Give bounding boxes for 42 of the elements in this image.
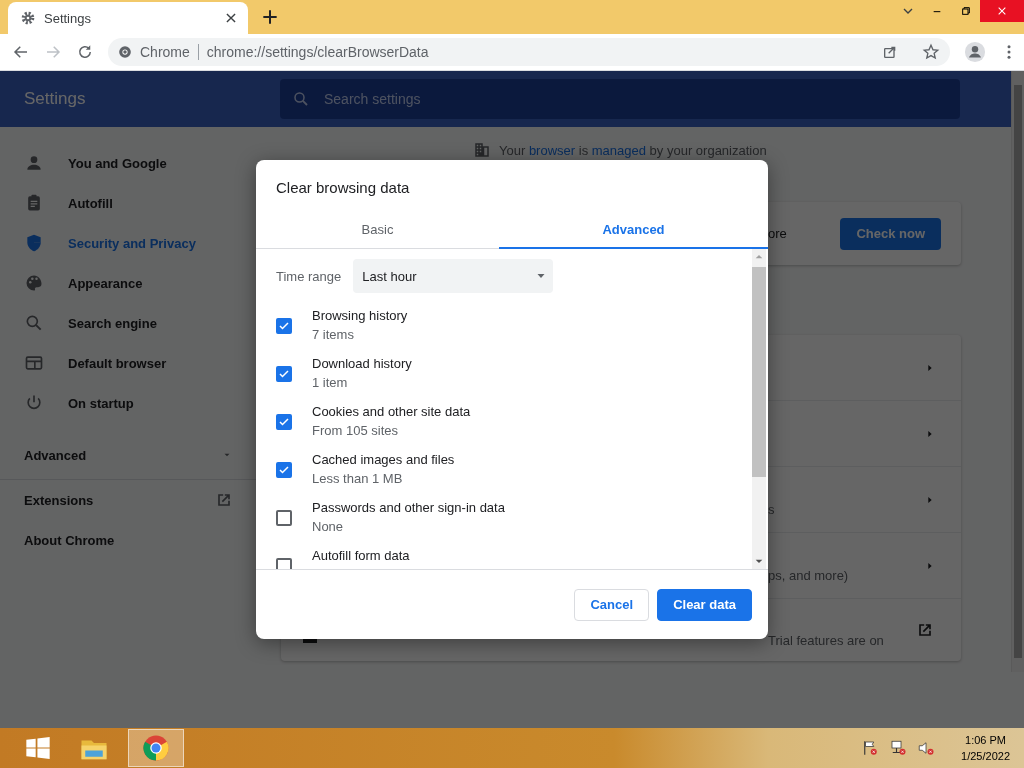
dialog-tab[interactable]: Basic: [256, 211, 499, 249]
sidebar-link[interactable]: About Chrome: [0, 520, 256, 560]
tab-title: Settings: [44, 10, 92, 26]
option-title: Autofill form data: [312, 548, 410, 563]
sidebar-item[interactable]: Search engine: [0, 303, 256, 343]
clock-time: 1:06 PM: [965, 733, 1006, 748]
dialog-title: Clear browsing data: [275, 178, 411, 198]
time-range-dropdown[interactable]: Last hour: [353, 259, 554, 293]
clear-data-button[interactable]: Clear data: [657, 588, 752, 621]
option-title: Cookies and other site data: [312, 404, 471, 419]
clock-date: 1/25/2022: [961, 749, 1010, 764]
option-detail: From 105 sites: [312, 423, 399, 438]
option-title: Browsing history: [312, 308, 408, 323]
option-title: Passwords and other sign-in data: [312, 500, 505, 515]
notice-link[interactable]: managed: [591, 142, 646, 158]
field-label: Time range: [276, 268, 342, 284]
notice-link[interactable]: browser: [528, 142, 576, 158]
site-label: Chrome: [140, 44, 190, 60]
option-title: Cached images and files: [312, 452, 455, 467]
option-detail: 1 item: [312, 375, 349, 390]
browser-tab[interactable]: Settings: [8, 2, 248, 34]
card-text: ore: [768, 226, 788, 241]
option-title: Download history: [312, 356, 412, 371]
sidebar-item[interactable]: Security and Privacy: [0, 223, 256, 263]
option-detail: 7 items: [312, 327, 355, 342]
check-now-button[interactable]: Check now: [840, 217, 941, 250]
dialog-tab[interactable]: Advanced: [499, 211, 768, 249]
url-text: chrome://settings/clearBrowserData: [206, 44, 430, 60]
sidebar-link[interactable]: Extensions: [0, 480, 256, 520]
sidebar-item[interactable]: You and Google: [0, 143, 256, 183]
option-detail: None: [312, 519, 345, 534]
address-bar[interactable]: Chrome chrome://settings/clearBrowserData: [108, 38, 950, 66]
row-description: ps, and more): [768, 567, 850, 583]
page-title: Settings: [23, 89, 87, 109]
sidebar-item[interactable]: Autofill: [0, 183, 256, 223]
row-description: Trial features are on: [768, 631, 885, 648]
sidebar-item[interactable]: Appearance: [0, 263, 256, 303]
sidebar-item[interactable]: On startup: [0, 383, 256, 423]
sidebar-item[interactable]: Default browser: [0, 343, 256, 383]
option-detail: Less than 1 MB: [312, 471, 404, 486]
search-field[interactable]: Search settings: [280, 79, 960, 119]
cancel-button[interactable]: Cancel: [574, 588, 650, 621]
